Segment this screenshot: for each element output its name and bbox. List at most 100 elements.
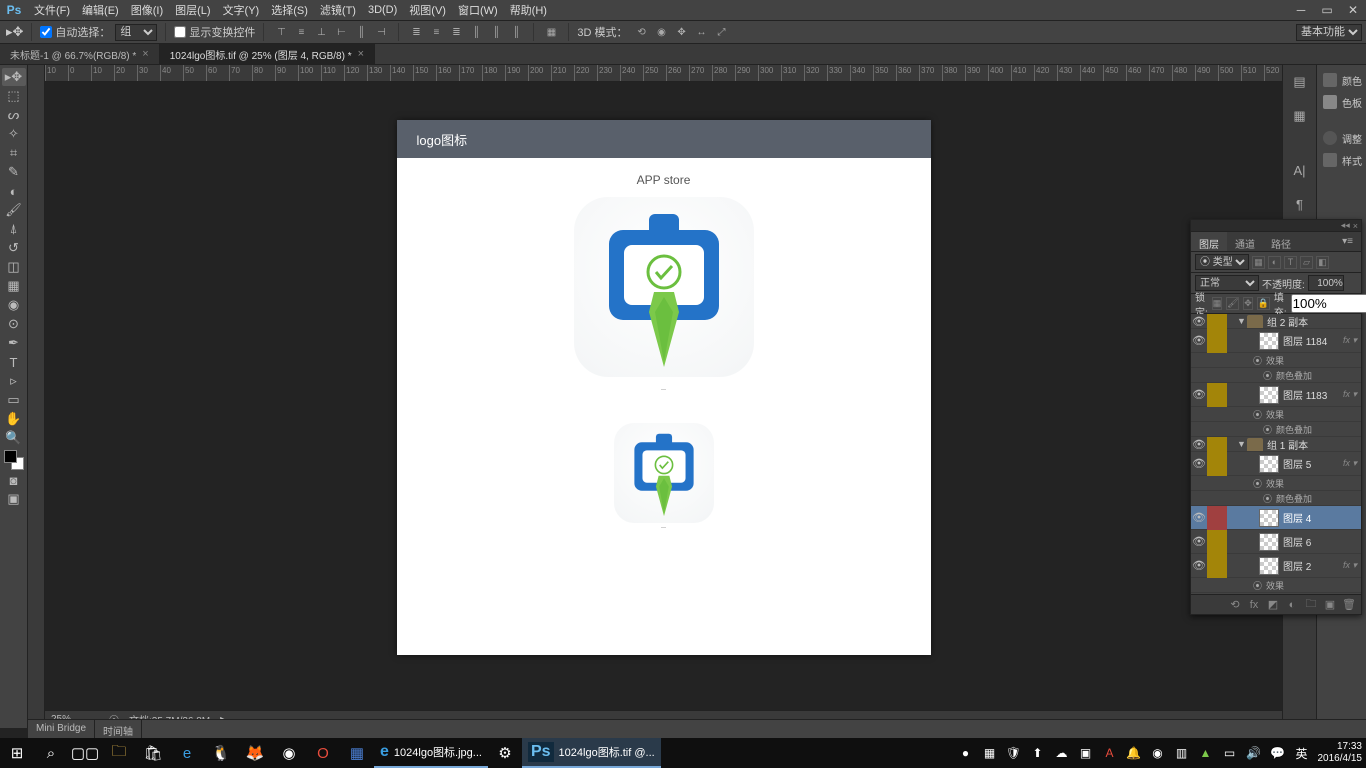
window-maximize-button[interactable]: ▭ [1314,0,1340,20]
tray-icon[interactable]: 🔔 [1126,745,1142,761]
layer-row[interactable]: 👁图层 2fx ▾ [1191,554,1361,578]
tray-icon[interactable]: ▦ [982,745,998,761]
layer-row[interactable]: 👁图层 5fx ▾ [1191,452,1361,476]
tray-icon[interactable]: ☁ [1054,745,1070,761]
align-vcenter-icon[interactable]: ≡ [292,23,310,41]
layer-style-icon[interactable]: fx [1247,598,1261,612]
layer-effect-item[interactable]: ⦿颜色叠加 [1191,593,1361,594]
taskbar-clock[interactable]: 17:33 2016/4/15 [1318,741,1363,765]
tray-icon[interactable]: A [1102,745,1118,761]
paths-tab[interactable]: 路径 [1263,232,1299,251]
auto-select-checkbox[interactable] [40,26,52,38]
history-panel-icon[interactable]: ▤ [1286,69,1314,95]
distribute-bottom-icon[interactable]: ≣ [447,23,465,41]
menu-type[interactable]: 文字(Y) [217,2,266,18]
3d-roll-icon[interactable]: ◉ [653,23,671,41]
taskbar-item-photoshop[interactable]: Ps 1024lgo图标.tif @... [522,738,661,768]
align-hcenter-icon[interactable]: ║ [352,23,370,41]
actions-panel-icon[interactable]: ▦ [1286,103,1314,129]
menu-filter[interactable]: 滤镜(T) [314,2,362,18]
distribute-left-icon[interactable]: ║ [467,23,485,41]
menu-edit[interactable]: 编辑(E) [76,2,125,18]
align-top-icon[interactable]: ⊤ [272,23,290,41]
timeline-tab[interactable]: 时间轴 [95,720,142,738]
styles-panel-tab[interactable]: 样式 [1317,149,1366,171]
tray-icon[interactable]: ⬆ [1030,745,1046,761]
close-icon[interactable]: × [1353,221,1358,231]
tray-icon[interactable]: ◉ [1150,745,1166,761]
visibility-toggle[interactable]: 👁 [1191,383,1207,407]
eyedropper-tool[interactable]: ✎ [2,163,26,181]
visibility-toggle[interactable]: 👁 [1191,314,1207,329]
edge-icon[interactable]: e [170,738,204,768]
mini-bridge-tab[interactable]: Mini Bridge [28,720,95,738]
new-layer-icon[interactable]: ▣ [1323,598,1337,612]
taskbar-item-ie[interactable]: e 1024lgo图标.jpg... [374,738,488,768]
crop-tool[interactable]: ⌗ [2,144,26,162]
tray-icon[interactable]: ▣ [1078,745,1094,761]
type-tool[interactable]: T [2,353,26,371]
distribute-top-icon[interactable]: ≣ [407,23,425,41]
marquee-tool[interactable]: ⬚ [2,87,26,105]
zoom-tool[interactable]: 🔍 [2,429,26,447]
char-panel-icon[interactable]: A| [1286,157,1314,183]
dodge-tool[interactable]: ⊙ [2,315,26,333]
firefox-icon[interactable]: 🦊 [238,738,272,768]
filter-smart-icon[interactable]: ◧ [1316,256,1329,269]
filter-shape-icon[interactable]: ▱ [1300,256,1313,269]
menu-layer[interactable]: 图层(L) [169,2,216,18]
opacity-input[interactable] [1308,275,1344,291]
path-selection-tool[interactable]: ▹ [2,372,26,390]
align-left-icon[interactable]: ⊢ [332,23,350,41]
filter-pixel-icon[interactable]: ▦ [1252,256,1265,269]
layer-row[interactable]: 👁图层 1184fx ▾ [1191,329,1361,353]
adjustments-panel-tab[interactable]: 调整 [1317,127,1366,149]
move-tool[interactable]: ▸✥ [2,68,26,86]
paragraph-panel-icon[interactable]: ¶ [1286,191,1314,217]
lock-pixels-icon[interactable]: 🖌 [1226,297,1239,310]
visibility-toggle[interactable]: 👁 [1191,530,1207,554]
layer-effects-row[interactable]: ⦿效果 [1191,476,1361,491]
filter-adjust-icon[interactable]: ◐ [1268,256,1281,269]
screen-mode-tool[interactable]: ▣ [2,490,26,508]
filter-type-select[interactable]: ⦿ 类型 [1195,254,1249,270]
layer-mask-icon[interactable]: ◩ [1266,598,1280,612]
layer-effect-item[interactable]: ⦿颜色叠加 [1191,491,1361,506]
color-panel-tab[interactable]: 颜色 [1317,69,1366,91]
link-layers-icon[interactable]: ⟲ [1228,598,1242,612]
layer-row[interactable]: 👁图层 1183fx ▾ [1191,383,1361,407]
auto-select-target[interactable]: 组 [115,24,157,41]
network-icon[interactable]: ▭ [1222,745,1238,761]
ime-indicator[interactable]: 英 [1294,745,1310,761]
layer-effects-row[interactable]: ⦿效果 [1191,353,1361,368]
visibility-toggle[interactable]: 👁 [1191,329,1207,353]
distribute-vcenter-icon[interactable]: ≡ [427,23,445,41]
history-brush-tool[interactable]: ↺ [2,239,26,257]
visibility-toggle[interactable]: 👁 [1191,506,1207,530]
visibility-toggle[interactable]: 👁 [1191,437,1207,452]
fill-input[interactable] [1291,294,1366,313]
panel-menu-icon[interactable]: ▾≡ [1334,232,1361,251]
notifications-icon[interactable]: 💬 [1270,745,1286,761]
3d-pan-icon[interactable]: ✥ [673,23,691,41]
lock-transparency-icon[interactable]: ▦ [1212,297,1223,310]
lasso-tool[interactable]: ᔕ [2,106,26,124]
qq-icon[interactable]: 🐧 [204,738,238,768]
shape-tool[interactable]: ▭ [2,391,26,409]
visibility-toggle[interactable]: 👁 [1191,554,1207,578]
start-button[interactable]: ⊞ [0,738,34,768]
tray-icon[interactable]: ▲ [1198,745,1214,761]
tray-icon[interactable]: ▥ [1174,745,1190,761]
pen-tool[interactable]: ✒ [2,334,26,352]
swatch-colors[interactable] [4,450,24,470]
align-bottom-icon[interactable]: ⊥ [312,23,330,41]
task-view-icon[interactable]: ▢▢ [68,738,102,768]
explorer-icon[interactable]: 🗀 [102,738,136,768]
swatches-panel-tab[interactable]: 色板 [1317,91,1366,113]
layer-row[interactable]: 👁图层 4 [1191,506,1361,530]
quick-mask-tool[interactable]: ◙ [2,471,26,489]
volume-icon[interactable]: 🔊 [1246,745,1262,761]
layer-effect-item[interactable]: ⦿颜色叠加 [1191,422,1361,437]
menu-select[interactable]: 选择(S) [265,2,314,18]
opera-icon[interactable]: O [306,738,340,768]
